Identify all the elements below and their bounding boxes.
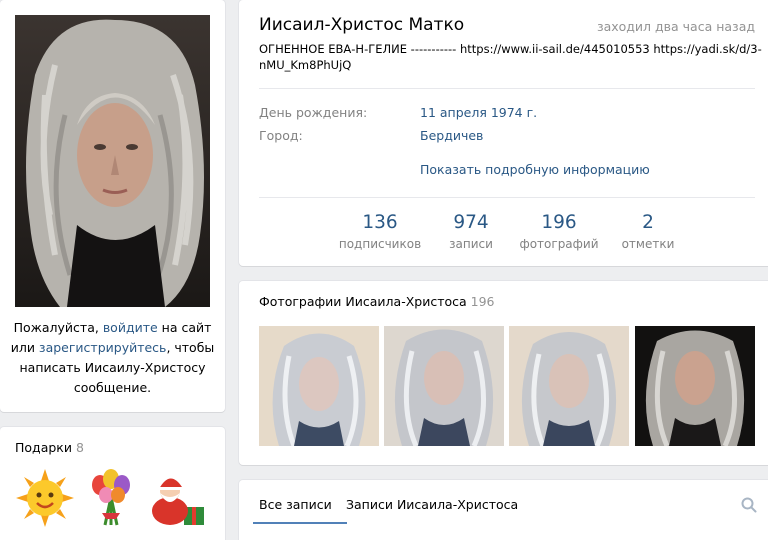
photo-thumbnail[interactable] [509,326,629,446]
counter-label: отметки [621,237,675,251]
gifts-header[interactable]: Подарки 8 [15,440,84,455]
counter-followers[interactable]: 136 подписчиков [330,212,430,251]
tab-owner-posts[interactable]: Записи Иисаила-Христоса [346,497,518,512]
photos-title: Фотографии Иисаила-Христоса [259,294,467,309]
profile-photo[interactable] [15,15,210,307]
divider [259,197,755,198]
login-prompt: Пожалуйста, войдите на сайт или зарегист… [10,318,215,398]
active-tab-indicator [253,522,347,524]
tulips-icon[interactable] [80,467,142,529]
photo-thumbnail[interactable] [259,326,379,446]
counter-value: 2 [642,212,654,233]
login-link[interactable]: войдите [103,320,158,335]
show-more-info-link[interactable]: Показать подробную информацию [420,162,650,177]
gifts-card: Подарки 8 [0,427,225,540]
avatar-card: Пожалуйста, войдите на сайт или зарегист… [0,0,225,412]
profile-status: ОГНЕННОЕ ЕВА-Н-ГЕЛИЕ ----------- https:/… [259,42,762,72]
counter-posts[interactable]: 974 записи [421,212,521,251]
gifts-count: 8 [75,440,84,455]
counter-value: 136 [362,212,398,233]
counter-tags[interactable]: 2 отметки [598,212,698,251]
santa-icon[interactable] [146,467,208,529]
divider [259,88,755,89]
counter-label: подписчиков [338,237,422,251]
city-link[interactable]: Бердичев [420,128,483,143]
photo-thumbnail[interactable] [635,326,755,446]
counter-value: 196 [541,212,577,233]
counter-photos[interactable]: 196 фотографий [509,212,609,251]
login-prompt-text: Пожалуйста, [13,320,103,335]
gifts-title: Подарки [15,440,72,455]
birthday-link[interactable]: 11 апреля 1974 г. [420,105,537,120]
sun-icon[interactable] [14,467,76,529]
counter-value: 974 [453,212,489,233]
photos-header[interactable]: Фотографии Иисаила-Христоса 196 [259,294,495,309]
counter-label: фотографий [519,237,599,251]
tab-all-posts[interactable]: Все записи [259,497,332,512]
page-title: Иисаил-Христос Матко [259,15,465,35]
online-status: заходил два часа назад [596,19,755,34]
city-label: Город: [259,128,303,143]
profile-card: Иисаил-Христос Матко заходил два часа на… [239,0,768,266]
register-link[interactable]: зарегистрируйтесь [39,340,167,355]
photos-count: 196 [470,294,495,309]
photo-thumbnail[interactable] [384,326,504,446]
birthday-label: День рождения: [259,105,368,120]
search-icon[interactable] [741,497,757,513]
counter-label: записи [449,237,493,251]
wall-card: Все записи Записи Иисаила-Христоса [239,480,768,540]
photos-card: Фотографии Иисаила-Христоса 196 [239,281,768,465]
